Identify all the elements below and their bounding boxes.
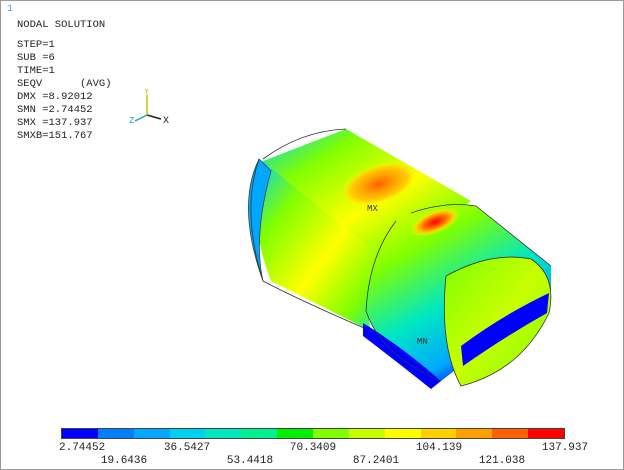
legend-segment xyxy=(169,429,206,438)
legend-segment xyxy=(313,429,349,438)
legend-segment xyxy=(420,429,457,438)
legend-label: 104.139 xyxy=(415,442,463,454)
legend-segment xyxy=(348,429,385,438)
max-marker: MX xyxy=(367,204,378,214)
legend-label: 2.74452 xyxy=(59,442,106,454)
legend-segment xyxy=(97,429,134,438)
contour-legend-bar xyxy=(61,428,565,439)
graphics-window[interactable]: 1 NODAL SOLUTION STEP=1 SUB =6 TIME=1 SE… xyxy=(0,0,624,470)
legend-label: 121.038 xyxy=(478,455,526,467)
legend-segment xyxy=(241,429,278,438)
legend-segment xyxy=(133,429,170,438)
legend-label: 19.6436 xyxy=(100,455,148,467)
legend-label: 137.937 xyxy=(541,442,589,454)
legend-label: 36.5427 xyxy=(163,442,211,454)
legend-segment xyxy=(492,429,529,438)
legend-segment xyxy=(528,429,565,438)
legend-segment xyxy=(456,429,493,438)
legend-segment xyxy=(62,429,98,438)
legend-segment xyxy=(384,429,421,438)
legend-label: 53.4418 xyxy=(226,455,274,467)
legend-segment xyxy=(277,429,314,438)
contour-model[interactable]: MX MN xyxy=(1,1,623,421)
legend-label: 87.2401 xyxy=(352,455,400,467)
legend-label: 70.3409 xyxy=(289,442,337,454)
min-marker: MN xyxy=(417,337,428,347)
legend-segment xyxy=(205,429,242,438)
